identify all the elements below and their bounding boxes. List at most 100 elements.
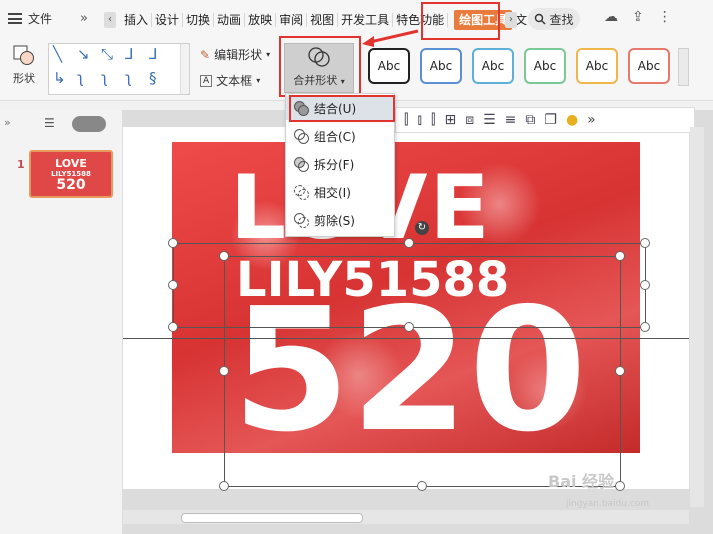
ungroup-icon[interactable]: ❐ — [544, 112, 557, 128]
resize-handle[interactable] — [404, 322, 414, 332]
vertical-scrollbar[interactable] — [690, 127, 704, 507]
merge-shape-button[interactable]: 合并形状 ▾ — [284, 43, 354, 93]
arrow-shape-icon[interactable]: ↘ — [77, 45, 90, 63]
resize-handle[interactable] — [615, 366, 625, 376]
align-middle-icon[interactable]: ⧈ — [465, 112, 474, 128]
resize-handle[interactable] — [417, 481, 427, 491]
union-icon — [294, 101, 309, 116]
resize-handle[interactable] — [404, 238, 414, 248]
resize-handle[interactable] — [615, 481, 625, 491]
tab-scroll-left-icon[interactable]: ‹ — [104, 12, 116, 28]
elbow-arrow-icon[interactable]: ⅃ — [149, 45, 157, 63]
subtract-icon — [294, 213, 309, 228]
resize-handle[interactable] — [640, 322, 650, 332]
edit-shape-label: 编辑形状 — [214, 48, 263, 62]
resize-handle[interactable] — [640, 280, 650, 290]
shape-style-2[interactable]: Abc — [420, 48, 462, 84]
lightbulb-icon[interactable]: ● — [566, 112, 578, 128]
align-toolbar: ⫿ ⫾ ⫿ ⊞ ⧈ ☰ ≡ ⧉ ❐ ● » — [395, 107, 695, 133]
curve-double-arrow-icon[interactable]: ʅ — [125, 69, 132, 87]
tab-animation[interactable]: 动画 — [214, 13, 246, 27]
cloud-icon[interactable]: ☁ — [604, 9, 618, 25]
tab-slideshow[interactable]: 放映 — [245, 13, 277, 27]
text-box-button[interactable]: A 文本框 ▾ — [200, 72, 260, 89]
tab-drawing-tools[interactable]: 绘图工具 — [454, 10, 513, 30]
search-button[interactable]: 查找 — [528, 8, 580, 30]
align-center-icon[interactable]: ⫾ — [417, 112, 421, 128]
shapes-gallery[interactable]: ╲ ↘ ⤡ ⅃ ⅃ ↳ ʅ ʅ ʅ § — [48, 43, 190, 95]
resize-handle[interactable] — [615, 251, 625, 261]
thumb-line-1: LOVE — [55, 156, 87, 170]
styles-scrollbar[interactable] — [678, 48, 689, 86]
menu-item-subtract[interactable]: 剪除(S) — [286, 208, 394, 232]
slide-thumbnail[interactable]: LOVE LILY51588 520 — [29, 150, 113, 198]
elbow-double-arrow-icon[interactable]: ↳ — [53, 69, 66, 87]
file-menu-label: 文件 — [28, 12, 53, 26]
slide-view-toggle[interactable] — [72, 116, 106, 132]
align-left-icon[interactable]: ⫿ — [404, 112, 408, 128]
more-tabs-button[interactable]: » — [80, 11, 88, 26]
tab-view[interactable]: 视图 — [307, 13, 339, 27]
resize-handle[interactable] — [168, 238, 178, 248]
menu-item-intersect-label: 相交(I) — [314, 185, 351, 200]
share-icon[interactable]: ⇪ — [632, 9, 644, 25]
tab-developer[interactable]: 开发工具 — [338, 13, 394, 27]
collapse-toolbar-icon[interactable]: » — [587, 112, 596, 128]
tab-scroll-right-icon[interactable]: › — [505, 12, 517, 28]
guide-line — [123, 338, 689, 339]
shape-button[interactable]: 形状 — [6, 44, 42, 94]
resize-handle[interactable] — [640, 238, 650, 248]
curve-connector-icon[interactable]: ʅ — [77, 69, 84, 87]
menu-item-combine[interactable]: 组合(C) — [286, 124, 394, 148]
shape-style-3[interactable]: Abc — [472, 48, 514, 84]
menu-item-fragment[interactable]: 拆分(F) — [286, 152, 394, 176]
shape-style-6[interactable]: Abc — [628, 48, 670, 84]
combine-icon — [294, 129, 309, 144]
shape-style-4[interactable]: Abc — [524, 48, 566, 84]
shape-style-1[interactable]: Abc — [368, 48, 410, 84]
tab-design[interactable]: 设计 — [152, 13, 184, 27]
menu-item-subtract-label: 剪除(S) — [314, 213, 355, 228]
file-menu-button[interactable]: 文件 — [8, 10, 52, 27]
resize-handle[interactable] — [168, 280, 178, 290]
ribbon-tabs: 插入 设计 切换 动画 放映 审阅 视图 开发工具 特色功能 绘图工具 文 — [121, 6, 530, 34]
resize-handle[interactable] — [219, 251, 229, 261]
menu-item-combine-label: 组合(C) — [314, 129, 356, 144]
resize-handle[interactable] — [219, 366, 229, 376]
tab-special[interactable]: 特色功能 — [393, 13, 449, 27]
resize-handle[interactable] — [168, 322, 178, 332]
menu-item-union[interactable]: 结合(U) — [286, 96, 394, 120]
rotate-handle-icon[interactable]: ↻ — [415, 221, 429, 235]
double-arrow-shape-icon[interactable]: ⤡ — [101, 45, 113, 63]
gallery-scrollbar[interactable] — [180, 44, 189, 94]
edit-shape-button[interactable]: ✎ 编辑形状 ▾ — [200, 46, 270, 63]
merge-shape-icon — [308, 47, 330, 67]
ribbon-panel: 形状 ╲ ↘ ⤡ ⅃ ⅃ ↳ ʅ ʅ ʅ § ✎ 编辑形状 ▾ A 文本框 ▾ … — [0, 40, 713, 101]
slide-text-520[interactable]: 520 — [232, 286, 587, 453]
align-top-icon[interactable]: ⊞ — [444, 112, 456, 128]
tab-insert[interactable]: 插入 — [121, 13, 153, 27]
group-icon[interactable]: ⧉ — [525, 112, 535, 128]
horizontal-scroll-thumb[interactable] — [181, 513, 363, 523]
search-icon — [535, 13, 546, 25]
collapse-pane-icon[interactable]: » — [4, 116, 11, 129]
align-right-icon[interactable]: ⫿ — [431, 112, 435, 128]
tab-review[interactable]: 审阅 — [276, 13, 308, 27]
window-icons: ☁ ⇪ ⋮ — [604, 9, 672, 25]
distribute-horizontal-icon[interactable]: ☰ — [483, 112, 496, 128]
freeform-curve-icon[interactable]: § — [149, 69, 157, 87]
resize-handle[interactable] — [219, 481, 229, 491]
more-icon[interactable]: ⋮ — [658, 9, 672, 25]
menu-item-intersect[interactable]: 相交(I) — [286, 180, 394, 204]
elbow-connector-icon[interactable]: ⅃ — [125, 45, 133, 63]
distribute-vertical-icon[interactable]: ≡ — [505, 112, 517, 128]
edit-shape-icon: ✎ — [200, 47, 211, 62]
search-label: 查找 — [549, 12, 574, 27]
curve-arrow-icon[interactable]: ʅ — [101, 69, 108, 87]
shape-style-5[interactable]: Abc — [576, 48, 618, 84]
line-shape-icon[interactable]: ╲ — [53, 45, 62, 63]
tab-transition[interactable]: 切换 — [183, 13, 215, 27]
outline-view-icon[interactable]: ☰ — [44, 116, 55, 130]
slide-photo[interactable]: LOVE LILY51588 520 — [172, 142, 640, 453]
horizontal-scrollbar[interactable] — [123, 510, 689, 524]
